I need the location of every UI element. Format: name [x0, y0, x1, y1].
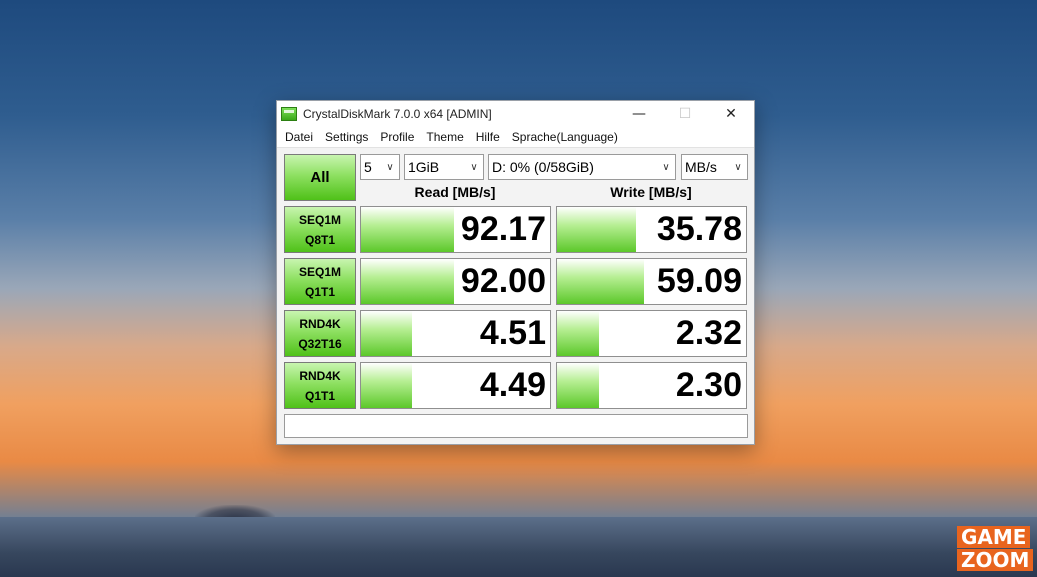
write-result-bar: [557, 311, 599, 356]
drive-value: D: 0% (0/58GiB): [492, 159, 594, 175]
test-button-rnd4k-q1t1[interactable]: RND4K Q1T1: [284, 362, 356, 409]
close-button[interactable]: ✕: [708, 101, 754, 127]
crystaldiskmark-window: CrystalDiskMark 7.0.0 x64 [ADMIN] — ☐ ✕ …: [276, 100, 755, 445]
test-button-line2: Q1T1: [304, 388, 335, 403]
test-button-line2: Q1T1: [304, 284, 335, 299]
read-result-value: 92.17: [460, 210, 546, 248]
read-header: Read [MB/s]: [414, 184, 496, 200]
background-horizon: [0, 517, 1037, 577]
menu-datei[interactable]: Datei: [279, 130, 319, 144]
write-result-value: 35.78: [656, 210, 742, 248]
read-result-bar: [361, 311, 413, 356]
write-header: Write [MB/s]: [610, 184, 692, 200]
app-icon: [281, 107, 297, 121]
chevron-down-icon: ∨: [662, 161, 670, 173]
unit-select[interactable]: MB/s ∨: [681, 154, 748, 180]
run-all-button[interactable]: All: [284, 154, 356, 201]
read-result-value: 4.49: [479, 366, 546, 404]
test-size-value: 1GiB: [408, 159, 440, 175]
read-result-cell: 92.17: [360, 206, 551, 253]
comment-input[interactable]: [284, 414, 748, 438]
read-result-cell: 4.51: [360, 310, 551, 357]
test-button-seq1m-q8t1[interactable]: SEQ1M Q8T1: [284, 206, 356, 253]
read-result-cell: 4.49: [360, 362, 551, 409]
read-result-bar: [361, 363, 413, 408]
menu-hilfe[interactable]: Hilfe: [470, 130, 506, 144]
write-result-bar: [557, 259, 644, 304]
write-result-cell: 2.32: [556, 310, 747, 357]
write-result-cell: 35.78: [556, 206, 747, 253]
read-result-value: 92.00: [460, 262, 546, 300]
test-button-line2: Q32T16: [298, 336, 342, 351]
read-result-bar: [361, 207, 454, 252]
test-button-line1: RND4K: [299, 368, 341, 383]
chevron-down-icon: ∨: [470, 161, 478, 173]
menu-bar: Datei Settings Profile Theme Hilfe Sprac…: [277, 127, 754, 148]
write-result-value: 59.09: [656, 262, 742, 300]
test-size-select[interactable]: 1GiB ∨: [404, 154, 484, 180]
test-button-line2: Q8T1: [304, 232, 335, 247]
read-result-bar: [361, 259, 454, 304]
main-panel: All 5 ∨ 1GiB ∨ D: 0% (0/58GiB) ∨ MB/s ∨ …: [277, 148, 754, 445]
minimize-button[interactable]: —: [616, 101, 662, 127]
menu-language[interactable]: Sprache(Language): [506, 130, 624, 144]
gamezoom-watermark-logo: GAME ZOOM: [957, 526, 1034, 571]
title-bar[interactable]: CrystalDiskMark 7.0.0 x64 [ADMIN] — ☐ ✕: [277, 101, 754, 127]
test-button-line1: SEQ1M: [298, 264, 341, 279]
chevron-down-icon: ∨: [734, 161, 742, 173]
write-result-value: 2.30: [675, 366, 742, 404]
drive-select[interactable]: D: 0% (0/58GiB) ∨: [488, 154, 676, 180]
menu-theme[interactable]: Theme: [420, 130, 469, 144]
test-button-line1: RND4K: [299, 316, 341, 331]
test-count-value: 5: [364, 159, 372, 175]
window-title: CrystalDiskMark 7.0.0 x64 [ADMIN]: [303, 107, 492, 121]
write-result-value: 2.32: [675, 314, 742, 352]
write-result-bar: [557, 363, 599, 408]
chevron-down-icon: ∨: [386, 161, 394, 173]
menu-settings[interactable]: Settings: [319, 130, 374, 144]
maximize-button: ☐: [678, 106, 692, 122]
unit-value: MB/s: [685, 159, 717, 175]
read-result-cell: 92.00: [360, 258, 551, 305]
watermark-line1: GAME: [957, 526, 1031, 548]
read-result-value: 4.51: [479, 314, 546, 352]
write-result-bar: [557, 207, 637, 252]
test-count-select[interactable]: 5 ∨: [360, 154, 400, 180]
test-button-line1: SEQ1M: [298, 212, 341, 227]
test-button-rnd4k-q32t16[interactable]: RND4K Q32T16: [284, 310, 356, 357]
test-button-seq1m-q1t1[interactable]: SEQ1M Q1T1: [284, 258, 356, 305]
window-controls: — ☐ ✕: [616, 101, 754, 127]
write-result-cell: 2.30: [556, 362, 747, 409]
watermark-line2: ZOOM: [957, 549, 1034, 571]
desktop-background: CrystalDiskMark 7.0.0 x64 [ADMIN] — ☐ ✕ …: [0, 0, 1037, 577]
write-result-cell: 59.09: [556, 258, 747, 305]
menu-profile[interactable]: Profile: [374, 130, 420, 144]
